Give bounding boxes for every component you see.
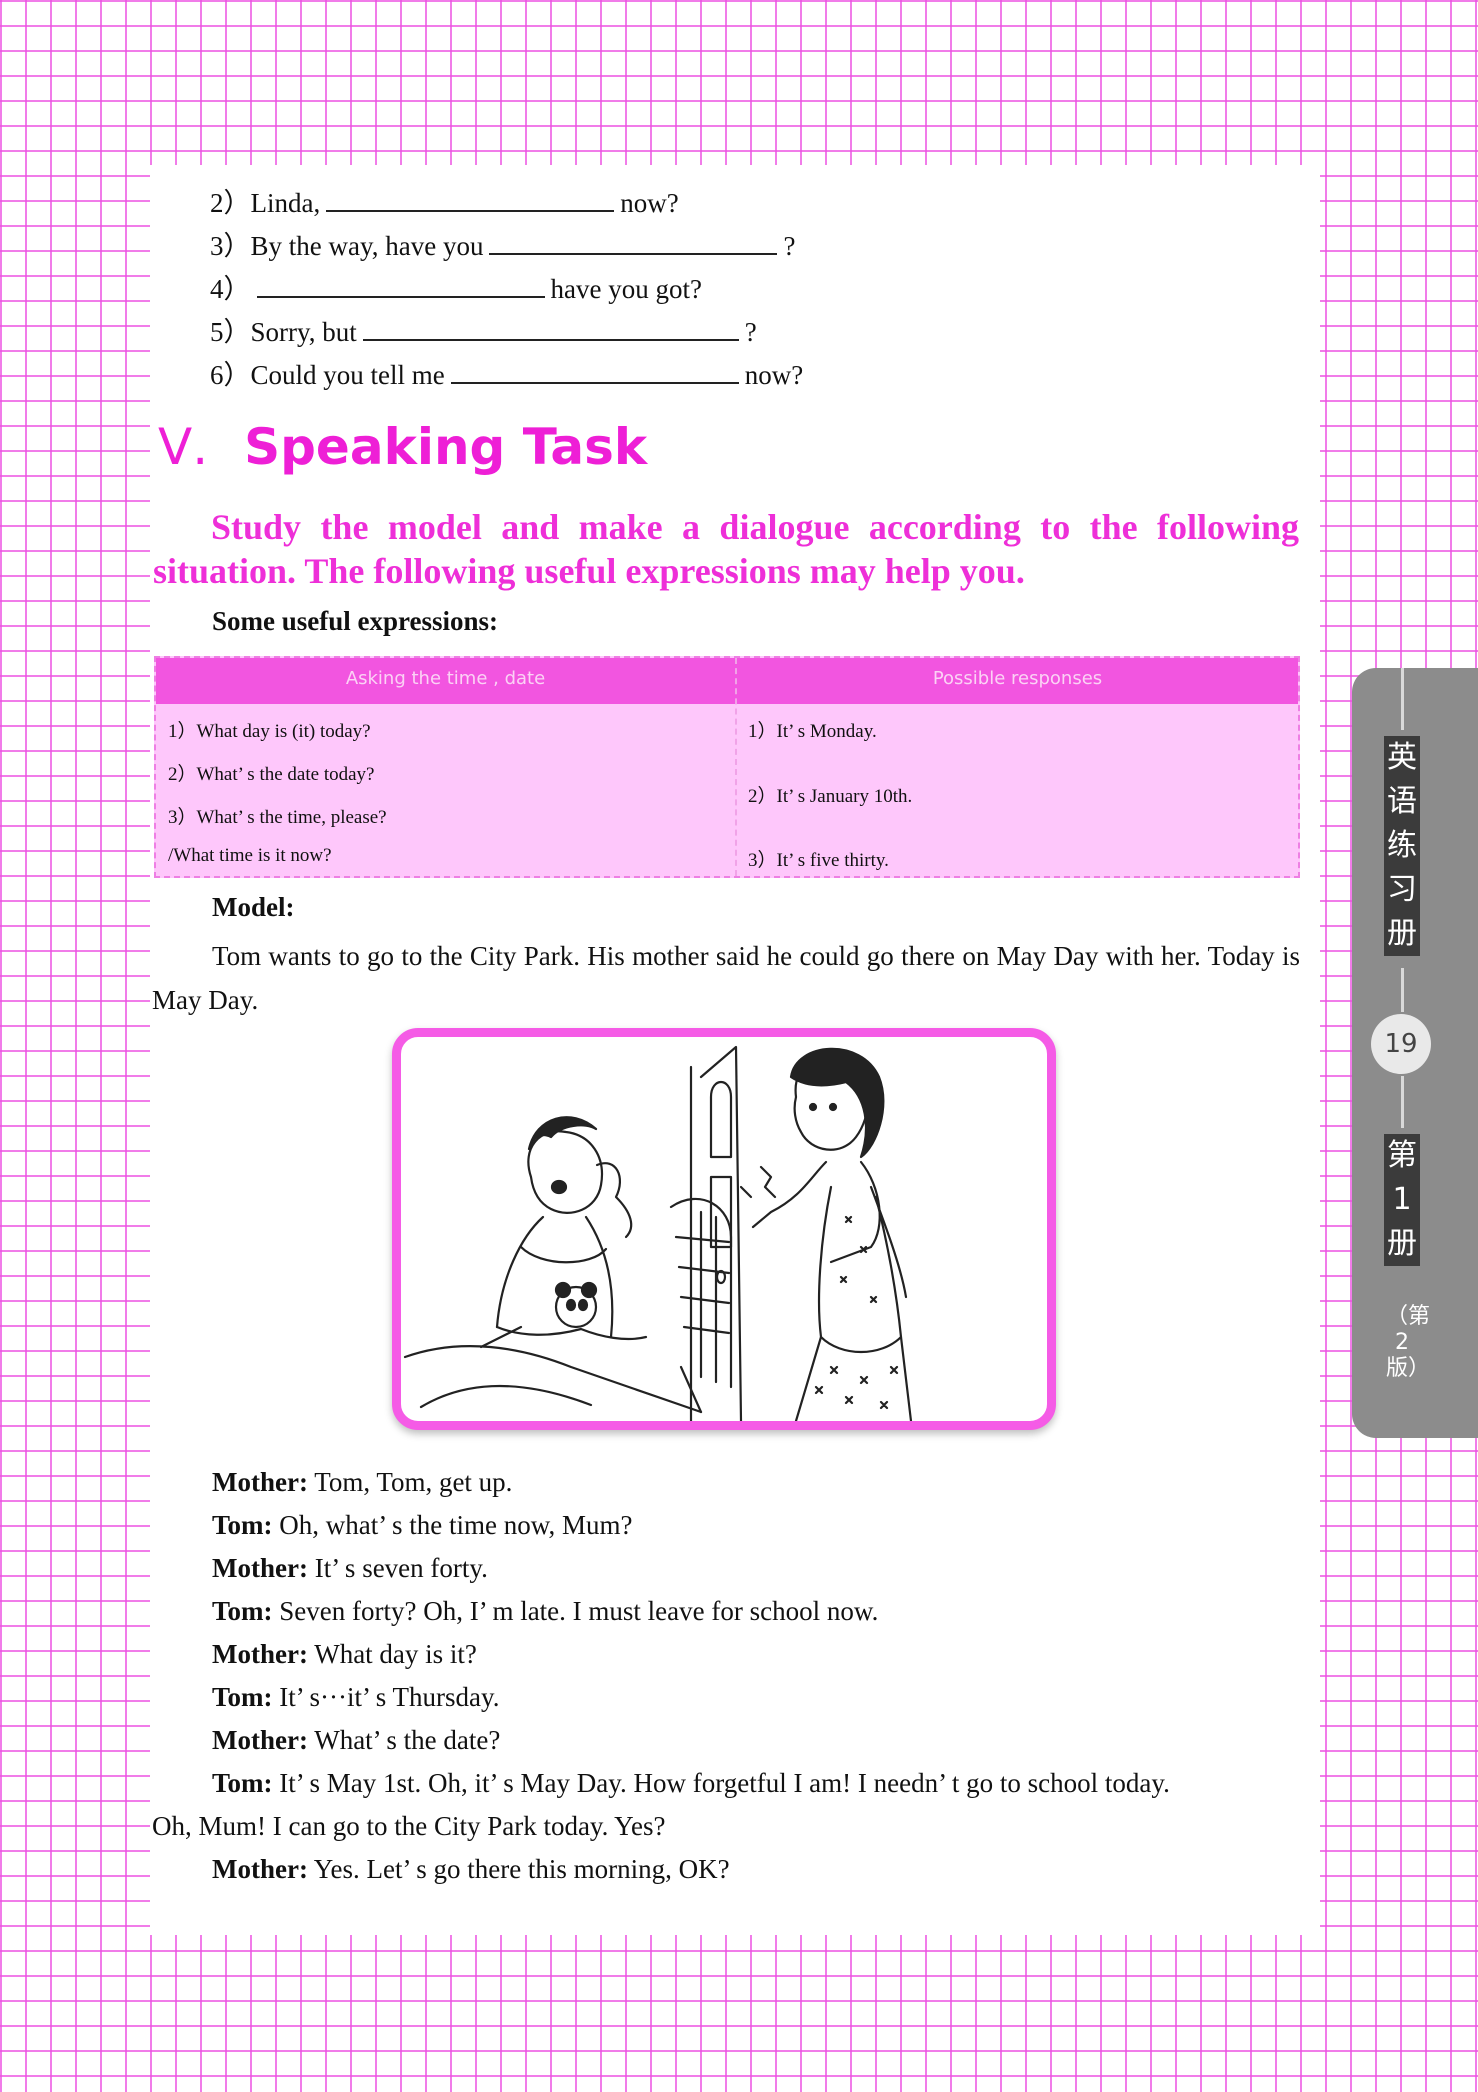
table-cell-response: 2）It’ s January 10th. bbox=[748, 786, 913, 807]
book-title: 英语练习册 bbox=[1384, 736, 1420, 956]
page-number: 19 bbox=[1371, 1014, 1431, 1074]
exercise-item-3: 3）By the way, have you? bbox=[210, 229, 796, 261]
tab-rule bbox=[1401, 1076, 1404, 1128]
exercise-item-2: 2）Linda, now? bbox=[210, 186, 679, 218]
section-number: Ⅴ. bbox=[158, 418, 209, 476]
exercise-item-5: 5）Sorry, but? bbox=[210, 315, 757, 347]
table-cell-response: 3）It’ s five thirty. bbox=[748, 850, 889, 871]
table-header-responses: Possible responses bbox=[932, 668, 1103, 689]
dialogue-line-1: Mother: Tom, Tom, get up. bbox=[212, 1467, 513, 1497]
edition-label: （第2版） bbox=[1386, 1304, 1431, 1381]
table-cell-question: 1）What day is (it) today? bbox=[168, 721, 371, 742]
section-instruction: Study the model and make a dialogue acco… bbox=[153, 507, 1299, 591]
volume-label: 第1册 bbox=[1384, 1134, 1420, 1266]
dialogue-line-6: Tom: It’ s···it’ s Thursday. bbox=[212, 1682, 500, 1712]
dialogue-line-7: Mother: What’ s the date? bbox=[212, 1725, 501, 1755]
section-title: Speaking Task bbox=[244, 418, 648, 476]
table-cell-question: 2）What’ s the date today? bbox=[168, 764, 375, 785]
dialogue-line-2: Tom: Oh, what’ s the time now, Mum? bbox=[212, 1510, 633, 1540]
model-label: Model: bbox=[212, 892, 295, 922]
exercise-item-6: 6）Could you tell me now? bbox=[210, 358, 804, 390]
answer-blank[interactable] bbox=[362, 315, 739, 341]
table-header: Asking the time , date Possible response… bbox=[156, 658, 1298, 704]
dialogue-line-10: Mother: Yes. Let’ s go there this mornin… bbox=[212, 1854, 730, 1884]
dialogue-line-9: Oh, Mum! I can go to the City Park today… bbox=[152, 1811, 666, 1841]
table-divider bbox=[735, 658, 737, 876]
expressions-table: Asking the time , date Possible response… bbox=[154, 656, 1300, 878]
table-cell-question: /What time is it now? bbox=[168, 845, 332, 866]
dialogue-line-4: Tom: Seven forty? Oh, I’ m late. I must … bbox=[212, 1596, 879, 1626]
dialogue-line-5: Mother: What day is it? bbox=[212, 1639, 477, 1669]
answer-blank[interactable] bbox=[326, 186, 615, 212]
section-heading: Ⅴ. Speaking Task bbox=[158, 418, 647, 476]
illustration-frame bbox=[392, 1028, 1056, 1430]
table-cell-question: 3）What’ s the time, please? bbox=[168, 807, 387, 828]
exercise-item-4: 4） have you got? bbox=[210, 272, 702, 304]
expressions-subheading: Some useful expressions: bbox=[212, 606, 499, 636]
dialogue-line-3: Mother: It’ s seven forty. bbox=[212, 1553, 488, 1583]
boy-waking-mother-illustration bbox=[403, 1045, 913, 1421]
side-tab: 英语练习册 19 第1册 （第2版） bbox=[1352, 668, 1478, 1438]
answer-blank[interactable] bbox=[450, 358, 739, 384]
dialogue-line-8: Tom: It’ s May 1st. Oh, it’ s May Day. H… bbox=[212, 1768, 1170, 1798]
model-paragraph: Tom wants to go to the City Park. His mo… bbox=[152, 941, 1300, 1015]
tab-rule bbox=[1401, 668, 1404, 730]
table-cell-response: 1）It’ s Monday. bbox=[748, 721, 877, 742]
answer-blank[interactable] bbox=[489, 229, 778, 255]
table-header-asking: Asking the time , date bbox=[345, 668, 546, 689]
answer-blank[interactable] bbox=[256, 272, 545, 298]
tab-rule bbox=[1401, 968, 1404, 1012]
